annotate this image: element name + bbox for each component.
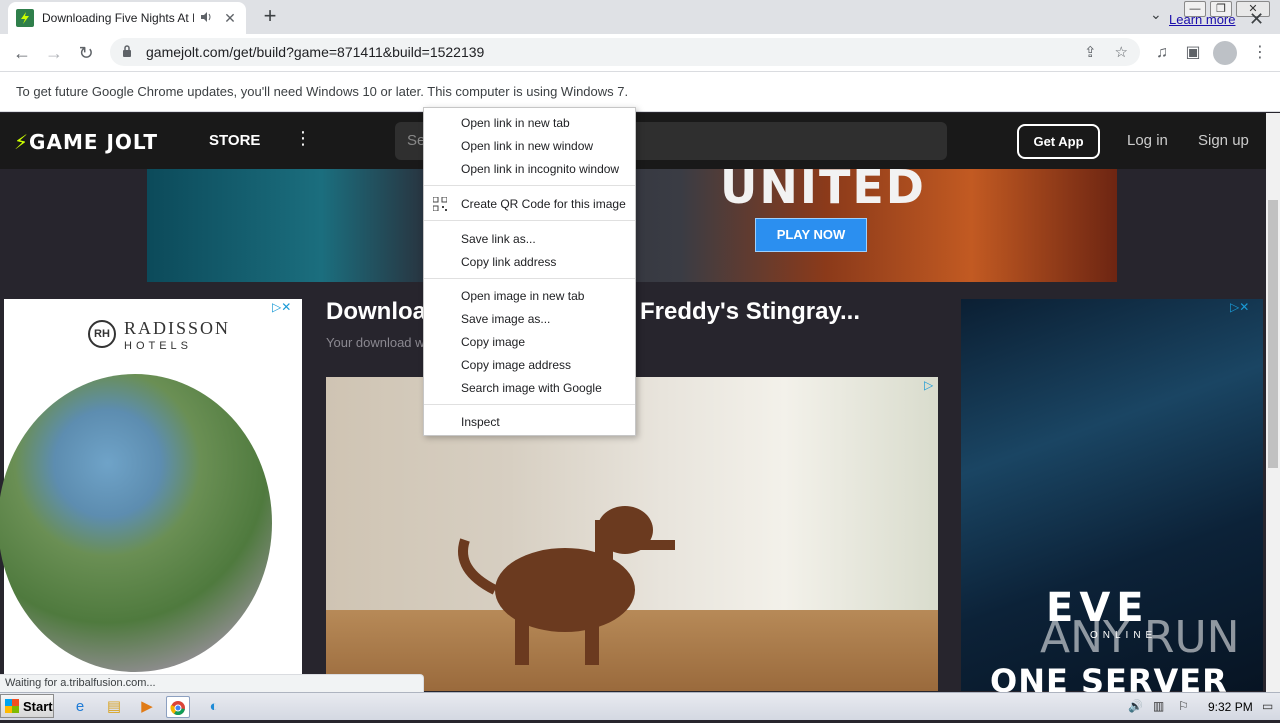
star-icon[interactable]: ☆ xyxy=(1115,43,1128,61)
infobar-close-icon[interactable]: ✕ xyxy=(1249,9,1264,30)
taskbar xyxy=(0,692,1280,720)
status-bubble: Waiting for a.tribalfusion.com... xyxy=(0,674,424,692)
lock-icon xyxy=(122,44,136,60)
left-ad-brand-sub: HOTELS xyxy=(124,340,193,352)
gamejolt-logo[interactable]: ⚡GAME JOLT xyxy=(14,130,158,154)
menu-separator xyxy=(424,404,635,405)
start-button[interactable]: Start xyxy=(0,694,54,718)
menu-copy-image-address[interactable]: Copy image address xyxy=(424,354,635,376)
media-icon[interactable]: ♫ xyxy=(1150,41,1174,65)
menu-copy-image[interactable]: Copy image xyxy=(424,331,635,353)
tab-active[interactable]: Downloading Five Nights At Fre ✕ xyxy=(8,2,246,34)
banner-headline: UNITED xyxy=(720,160,926,214)
explorer-icon[interactable]: ▤ xyxy=(102,696,126,718)
radisson-logo-icon: RH xyxy=(88,320,116,348)
adchoices-icon[interactable]: ▷✕ xyxy=(272,300,291,314)
reload-icon[interactable]: ↻ xyxy=(74,41,98,65)
page-title-left: Downloa xyxy=(326,298,426,325)
sign-up-link[interactable]: Sign up xyxy=(1198,132,1249,149)
tab-close-icon[interactable]: ✕ xyxy=(222,10,238,27)
menu-save-link-as[interactable]: Save link as... xyxy=(424,228,635,250)
left-ad-brand: RADISSON xyxy=(124,318,231,338)
dog-image xyxy=(458,506,675,665)
menu-icon[interactable]: ⋮ xyxy=(1248,41,1272,65)
network-icon[interactable]: ▥ xyxy=(1153,699,1164,713)
profile-icon[interactable] xyxy=(1213,41,1237,65)
menu-open-link-new-tab[interactable]: Open link in new tab xyxy=(424,112,635,134)
ie-icon[interactable]: e xyxy=(68,696,92,718)
url-text: gamejolt.com/get/build?game=871411&build… xyxy=(146,44,485,60)
city-photo xyxy=(0,374,272,672)
right-adchoices-icon[interactable]: ▷✕ xyxy=(1230,300,1249,314)
menu-open-link-incognito[interactable]: Open link in incognito window xyxy=(424,158,635,180)
store-link[interactable]: STORE xyxy=(209,132,260,149)
anyrun-watermark: ANY RUN xyxy=(1040,612,1240,663)
context-menu: Open link in new tab Open link in new wi… xyxy=(423,107,636,436)
audio-icon[interactable] xyxy=(200,11,216,26)
share-icon[interactable]: ⇪ xyxy=(1084,43,1097,61)
update-infobar: To get future Google Chrome updates, you… xyxy=(0,72,1280,112)
menu-separator xyxy=(424,185,635,186)
tab-title: Downloading Five Nights At Fre xyxy=(42,11,194,25)
menu-open-link-new-window[interactable]: Open link in new window xyxy=(424,135,635,157)
center-adchoices-icon[interactable]: ▷ xyxy=(924,378,933,392)
download-subtitle: Your download w xyxy=(326,335,425,350)
taskbar-clock[interactable]: 9:32 PM xyxy=(1208,700,1253,714)
menu-create-qr-code[interactable]: Create QR Code for this image xyxy=(424,193,635,215)
menu-open-image-new-tab[interactable]: Open image in new tab xyxy=(424,285,635,307)
get-app-button[interactable]: Get App xyxy=(1017,124,1100,159)
learn-more-link[interactable]: Learn more xyxy=(1169,12,1235,27)
page-title-right: Freddy's Stingray... xyxy=(640,298,860,325)
play-now-button[interactable]: PLAY NOW xyxy=(755,218,867,252)
windows-logo-icon xyxy=(5,699,19,713)
favicon-gamejolt-icon xyxy=(16,9,34,27)
sidepanel-icon[interactable]: ▣ xyxy=(1181,41,1205,65)
log-in-link[interactable]: Log in xyxy=(1127,132,1168,149)
edge-icon[interactable]: ◐ xyxy=(202,696,226,718)
forward-icon[interactable]: → xyxy=(42,41,66,65)
more-icon[interactable]: ⋮ xyxy=(294,128,312,149)
menu-separator xyxy=(424,220,635,221)
scrollbar-thumb[interactable] xyxy=(1268,200,1278,468)
menu-search-image-google[interactable]: Search image with Google xyxy=(424,377,635,399)
address-bar[interactable]: gamejolt.com/get/build?game=871411&build… xyxy=(110,38,1140,66)
menu-inspect[interactable]: Inspect xyxy=(424,411,635,433)
new-tab-button[interactable]: + xyxy=(258,4,282,28)
flag-icon[interactable]: ⚐ xyxy=(1178,699,1189,713)
chrome-icon[interactable] xyxy=(166,696,190,718)
volume-icon[interactable]: 🔊 xyxy=(1128,699,1143,713)
menu-save-image-as[interactable]: Save image as... xyxy=(424,308,635,330)
back-icon[interactable]: ← xyxy=(10,41,34,65)
menu-copy-link-address[interactable]: Copy link address xyxy=(424,251,635,273)
show-desktop-icon[interactable]: ▭ xyxy=(1262,699,1273,713)
media-player-icon[interactable]: ▶ xyxy=(135,696,159,718)
tab-search-chevron-icon[interactable]: ⌄ xyxy=(1150,6,1162,23)
infobar-message: To get future Google Chrome updates, you… xyxy=(16,84,629,99)
menu-separator xyxy=(424,278,635,279)
